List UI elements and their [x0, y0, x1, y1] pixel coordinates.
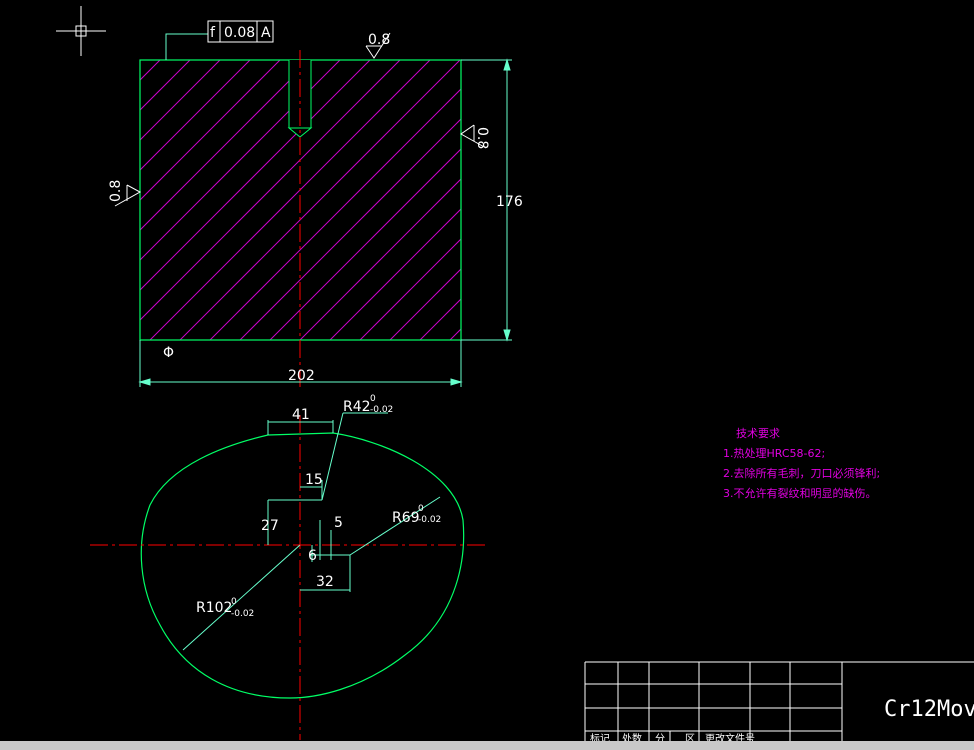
roughness-symbol-left: 0.8 — [108, 180, 142, 207]
crosshair-icon — [56, 6, 106, 56]
dimension-height: 176 — [461, 58, 523, 342]
hatch-line — [0, 60, 130, 350]
top-view-outline — [140, 432, 465, 699]
geometric-tolerance-frame: f 0.08 A — [165, 20, 274, 60]
hatch-line — [209, 88, 461, 340]
technical-requirements: 技术要求 1.热处理HRC58-62; 2.去除所有毛刺，刀口必须锋利; 3.不… — [723, 427, 880, 500]
dimension-r42-value: R42 — [343, 399, 371, 415]
hatch-line — [0, 60, 100, 350]
hatch-line — [359, 238, 461, 340]
dimension-r69: R69 0 -0.02 — [349, 496, 441, 556]
tech-requirement-2: 2.去除所有毛刺，刀口必须锋利; — [723, 466, 880, 480]
hatch-line — [329, 208, 461, 340]
hatch-line — [419, 298, 461, 340]
dimension-r42-upper: 0 — [370, 394, 376, 404]
dimension-r42: R42 0 -0.02 — [321, 394, 393, 501]
dimension-r42-lower: -0.02 — [370, 405, 393, 415]
dimension-15-value: 15 — [305, 472, 323, 488]
hatch-line — [140, 60, 311, 231]
dimension-15: 15 — [300, 472, 323, 500]
hatch-line — [140, 60, 251, 171]
dimension-width-value: 202 — [288, 368, 315, 384]
dimension-41-value: 41 — [292, 407, 310, 423]
tolerance-datum: A — [261, 25, 271, 41]
dimension-r69-upper: 0 — [418, 504, 424, 514]
hatch-line — [140, 60, 161, 81]
hatch-line — [140, 60, 371, 291]
tech-requirements-title: 技术要求 — [736, 427, 780, 440]
dimension-r69-lower: -0.02 — [418, 515, 441, 525]
hatch-line — [179, 60, 461, 340]
hatch-line — [500, 60, 790, 350]
hatch-line — [449, 328, 461, 340]
dimension-32-value: 32 — [316, 574, 334, 590]
roughness-left-value: 0.8 — [108, 180, 124, 202]
dimension-r102-upper: 0 — [231, 597, 237, 607]
dimension-27: 27 — [261, 499, 322, 545]
cad-drawing-canvas[interactable]: f 0.08 A 0.8 0.8 0.8 176 202 Φ 41 R42 0 … — [0, 0, 974, 750]
dimension-r102-value: R102 — [196, 600, 232, 616]
top-view: 41 R42 0 -0.02 15 27 5 6 32 R69 0 -0.02 … — [90, 394, 485, 740]
section-hatching — [0, 60, 790, 350]
dimension-r102: R102 0 -0.02 — [182, 544, 301, 651]
dimension-r69-value: R69 — [392, 510, 420, 526]
front-view: f 0.08 A 0.8 0.8 0.8 176 202 Φ — [0, 20, 790, 390]
material-label: Cr12Mov — [884, 697, 974, 722]
hatch-line — [140, 60, 221, 141]
tech-requirement-1: 1.热处理HRC58-62; — [723, 447, 825, 460]
hatch-line — [239, 118, 461, 340]
roughness-symbol-top: 0.8 — [365, 32, 391, 59]
hatch-line — [140, 60, 401, 321]
hatch-line — [140, 60, 191, 111]
hatch-line — [299, 178, 461, 340]
datum-symbol: Φ — [163, 345, 174, 361]
dimension-r102-lower: -0.02 — [231, 609, 254, 619]
dimension-height-value: 176 — [496, 194, 523, 210]
dimension-6-value: 6 — [308, 548, 317, 564]
tolerance-symbol: f — [210, 25, 216, 41]
roughness-top-value: 0.8 — [368, 32, 390, 48]
status-bar — [0, 741, 974, 750]
hatch-line — [389, 268, 461, 340]
dimension-27-value: 27 — [261, 518, 279, 534]
roughness-symbol-right: 0.8 — [460, 124, 490, 149]
dimension-5-value: 5 — [334, 515, 343, 531]
roughness-right-value: 0.8 — [474, 127, 490, 149]
dimension-5-6: 5 6 — [308, 515, 350, 564]
hatch-line — [149, 60, 431, 340]
tech-requirement-3: 3.不允许有裂纹和明显的缺伤。 — [723, 486, 877, 500]
tolerance-value: 0.08 — [224, 25, 255, 41]
